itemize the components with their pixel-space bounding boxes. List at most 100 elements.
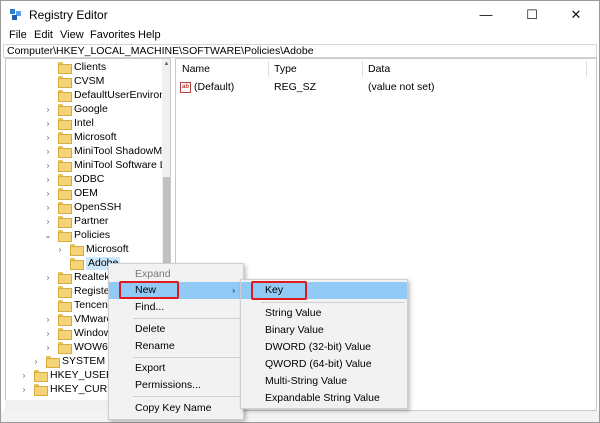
tree-label: Clients [74,61,107,73]
scroll-thumb[interactable] [163,177,170,267]
title-bar: Registry Editor — ☐ ✕ [1,1,599,28]
expand-chevron-icon[interactable]: › [56,243,64,256]
value-name[interactable]: (Default) [194,81,234,95]
expand-chevron-icon[interactable]: › [44,187,52,200]
column-divider[interactable] [586,61,587,77]
expand-chevron-icon[interactable]: › [44,159,52,172]
tree-label: Tencent [74,299,111,311]
menu-separator [133,396,241,397]
menu-favorites[interactable]: Favorites [90,29,135,41]
folder-icon [58,76,72,88]
menu-help[interactable]: Help [138,29,161,41]
menu-file[interactable]: File [9,29,27,41]
status-bar [1,411,599,422]
submenu-qword-value[interactable]: QWORD (64-bit) Value [241,356,407,373]
tree-label: Policies [74,229,111,241]
submenu-multi-string-value[interactable]: Multi-String Value [241,373,407,390]
ctx-permissions[interactable]: Permissions... [109,377,243,394]
column-divider[interactable] [362,61,363,77]
value-data[interactable]: (value not set) [368,81,435,95]
expand-chevron-icon[interactable]: › [44,145,52,158]
collapse-chevron-icon[interactable]: ⌄ [44,229,52,242]
minimize-button[interactable]: — [463,1,509,28]
expand-chevron-icon[interactable]: › [44,313,52,326]
folder-icon [58,202,72,214]
tree-label: SYSTEM [62,355,106,367]
folder-icon [58,146,72,158]
expand-chevron-icon[interactable]: › [44,117,52,130]
ctx-delete[interactable]: Delete [109,321,243,338]
tree-label: OpenSSH [74,201,122,213]
submenu-binary-value[interactable]: Binary Value [241,322,407,339]
folder-icon [58,188,72,200]
folder-icon [34,384,48,396]
tree-label: Window [74,327,112,339]
registry-app-icon [10,9,21,20]
tree-label: Intel [74,117,94,129]
close-button[interactable]: ✕ [553,1,599,28]
folder-icon [58,342,72,354]
ctx-export[interactable]: Export [109,360,243,377]
submenu-expandable-string-value[interactable]: Expandable String Value [241,390,407,407]
expand-chevron-icon[interactable]: › [44,173,52,186]
submenu-dword-value[interactable]: DWORD (32-bit) Value [241,339,407,356]
ctx-find[interactable]: Find... [109,299,243,316]
folder-icon [58,314,72,326]
folder-icon [70,244,84,256]
folder-icon [58,90,72,102]
tree-label: MiniTool Software Li [74,159,168,171]
column-header-type[interactable]: Type [274,63,297,77]
window-title: Registry Editor [29,8,108,22]
column-header-name[interactable]: Name [182,63,210,77]
folder-icon [58,132,72,144]
annotation-highlight-box [251,281,307,300]
column-header-data[interactable]: Data [368,63,390,77]
menu-edit[interactable]: Edit [34,29,53,41]
tree-label: OEM [74,187,98,199]
maximize-button[interactable]: ☐ [509,1,555,28]
new-submenu: Key String Value Binary Value DWORD (32-… [240,279,408,409]
menu-separator [133,318,241,319]
submenu-string-value[interactable]: String Value [241,305,407,322]
folder-icon [70,258,84,270]
menu-view[interactable]: View [60,29,84,41]
tree-label: MiniTool ShadowMa [74,145,168,157]
expand-chevron-icon[interactable]: › [44,103,52,116]
folder-icon [58,272,72,284]
context-menu: Expand New › Find... Delete Rename Export… [108,263,244,420]
expand-chevron-icon[interactable]: › [20,383,28,396]
expand-chevron-icon[interactable]: › [44,131,52,144]
column-divider[interactable] [268,61,269,77]
scroll-up-arrow-icon[interactable]: ▲ [162,59,170,69]
folder-icon [58,328,72,340]
tree-label: Microsoft [74,131,117,143]
address-path: Computer\HKEY_LOCAL_MACHINE\SOFTWARE\Pol… [7,45,314,57]
tree-label: Realtek [74,271,110,283]
address-bar[interactable]: Computer\HKEY_LOCAL_MACHINE\SOFTWARE\Pol… [3,44,597,58]
tree-label: Microsoft [86,243,129,255]
annotation-highlight-box [119,281,179,299]
submenu-arrow-icon: › [232,286,235,295]
tree-label: Partner [74,215,109,227]
folder-icon [58,286,72,298]
ctx-rename[interactable]: Rename [109,338,243,355]
folder-icon [58,160,72,172]
expand-chevron-icon[interactable]: › [32,355,40,368]
folder-icon [58,118,72,130]
tree-label: ODBC [74,173,105,185]
folder-icon [46,356,60,368]
tree-label: CVSM [74,75,105,87]
expand-chevron-icon[interactable]: › [44,327,52,340]
menu-bar: File Edit View Favorites Help [1,28,599,44]
value-type[interactable]: REG_SZ [274,81,316,95]
folder-icon [58,174,72,186]
expand-chevron-icon[interactable]: › [44,201,52,214]
expand-chevron-icon[interactable]: › [44,215,52,228]
ctx-copy-key-name[interactable]: Copy Key Name [109,400,243,417]
folder-icon [34,370,48,382]
folder-open-icon [58,230,72,242]
folder-icon [58,104,72,116]
expand-chevron-icon[interactable]: › [44,341,52,354]
expand-chevron-icon[interactable]: › [44,271,52,284]
expand-chevron-icon[interactable]: › [20,369,28,382]
